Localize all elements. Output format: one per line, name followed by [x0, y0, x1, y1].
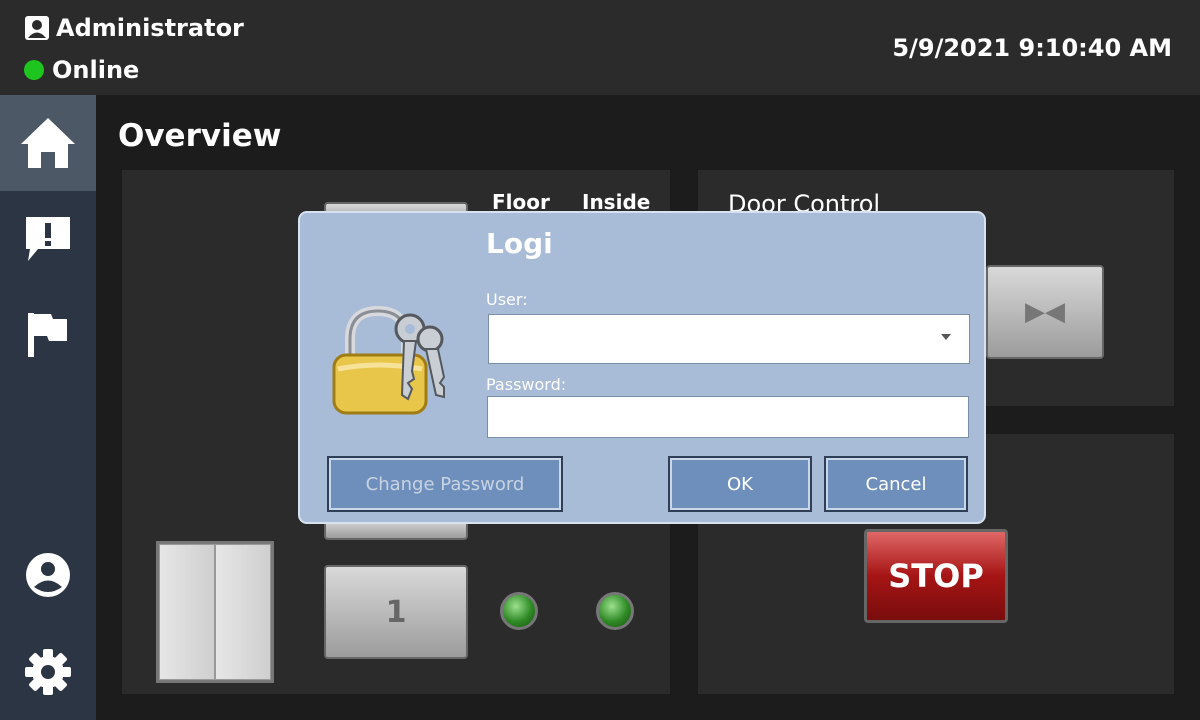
user-label: User:	[486, 290, 528, 309]
inside-indicator-led	[596, 592, 634, 630]
change-password-button[interactable]: Change Password	[327, 456, 563, 512]
elevator-door-graphic	[156, 541, 274, 683]
flag-icon	[28, 313, 67, 357]
password-field[interactable]	[487, 396, 969, 438]
floor-button-1[interactable]: 1	[324, 565, 468, 659]
chevron-down-icon[interactable]	[941, 334, 951, 340]
door-close-button[interactable]: ▶◀	[986, 265, 1104, 359]
nav-user-profile[interactable]	[0, 527, 96, 623]
current-user: Administrator	[24, 14, 244, 42]
password-label: Password:	[486, 375, 567, 394]
gear-icon	[25, 649, 71, 695]
stop-button[interactable]: STOP	[864, 529, 1008, 623]
connection-status: Online	[24, 56, 139, 84]
login-dialog: Logi User: Password: Change Password OK …	[298, 211, 986, 524]
nav-settings[interactable]	[0, 624, 96, 720]
user-badge-icon	[25, 16, 49, 40]
sidebar	[0, 95, 96, 720]
nav-home[interactable]	[0, 95, 96, 191]
status-text: Online	[52, 56, 140, 84]
ok-button[interactable]: OK	[668, 456, 812, 512]
top-header: Administrator Online 5/9/2021 9:10:40 AM	[0, 0, 1200, 95]
cancel-button[interactable]: Cancel	[824, 456, 968, 512]
dialog-title: Logi	[486, 227, 553, 260]
floor-indicator-led	[500, 592, 538, 630]
nav-alarms[interactable]	[0, 191, 96, 287]
alert-message-icon	[26, 217, 70, 261]
datetime: 5/9/2021 9:10:40 AM	[892, 34, 1172, 62]
user-select[interactable]	[488, 314, 970, 364]
user-name: Administrator	[56, 14, 244, 42]
padlock-keys-icon	[332, 305, 446, 415]
user-profile-icon	[26, 553, 70, 597]
page-title: Overview	[118, 118, 282, 154]
status-dot-icon	[24, 60, 44, 80]
home-icon	[21, 118, 75, 168]
nav-flags[interactable]	[0, 287, 96, 383]
